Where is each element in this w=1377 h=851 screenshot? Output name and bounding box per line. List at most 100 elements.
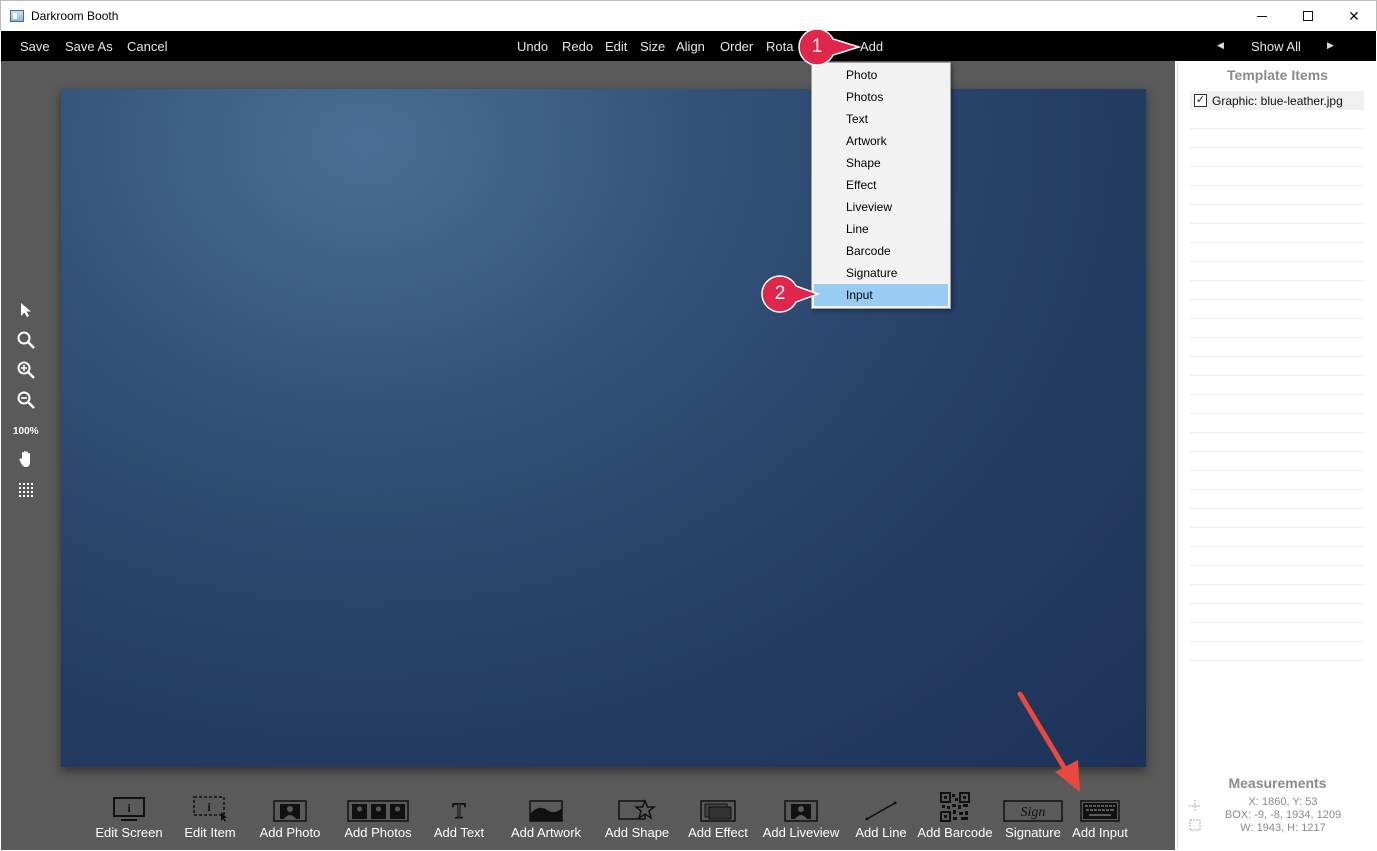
menu-item-photo[interactable]: Photo [814,64,948,86]
zoom-100-button[interactable]: 100% [13,426,39,437]
close-icon: ✕ [1348,7,1360,24]
template-item-label: Graphic: blue-leather.jpg [1212,94,1343,108]
grid-icon[interactable] [14,479,38,501]
undo-button[interactable]: Undo [517,39,548,54]
minimize-button[interactable] [1239,1,1285,31]
add-text-button[interactable]: T Add Text [429,792,489,840]
save-as-button[interactable]: Save As [65,39,113,54]
empty-row-divider [1190,128,1364,129]
edit-item-icon: i [179,792,241,822]
empty-row-divider [1190,527,1364,528]
add-menu[interactable]: Add [860,39,883,54]
empty-row-divider [1190,622,1364,623]
menu-item-shape[interactable]: Shape [814,152,948,174]
save-button[interactable]: Save [20,39,50,54]
add-liveview-button[interactable]: Add Liveview [761,792,841,840]
close-button[interactable]: ✕ [1331,1,1377,31]
menu-item-liveview[interactable]: Liveview [814,196,948,218]
callout-2: 2 [760,274,821,314]
empty-row-divider [1190,299,1364,300]
empty-row-divider [1190,451,1364,452]
empty-row-divider [1190,242,1364,243]
svg-text:i: i [207,800,211,814]
empty-row-divider [1190,584,1364,585]
app-icon [10,10,24,22]
align-menu[interactable]: Align [676,39,705,54]
show-all-button[interactable]: Show All [1251,39,1301,54]
callout-2-number: 2 [774,283,786,304]
empty-row-divider [1190,356,1364,357]
add-barcode-button[interactable]: Add Barcode [916,792,994,840]
svg-text:T: T [452,798,466,822]
measurement-xy: X: 1860, Y: 53 [1248,796,1318,808]
measurement-box: BOX: -9, -8, 1934, 1209 [1224,809,1342,821]
signature-button[interactable]: Sign Signature [1002,792,1064,840]
magnifier-icon[interactable] [14,329,38,351]
empty-row-divider [1190,565,1364,566]
edit-item-button[interactable]: i Edit Item [179,792,241,840]
maximize-button[interactable] [1285,1,1331,31]
add-input-button[interactable]: Add Input [1069,792,1131,840]
empty-row-divider [1190,394,1364,395]
add-shape-button[interactable]: Add Shape [602,792,672,840]
redo-button[interactable]: Redo [562,39,593,54]
menu-item-line[interactable]: Line [814,218,948,240]
template-items-panel: Template Items ✓ Graphic: blue-leather.j… [1177,61,1376,850]
order-menu[interactable]: Order [720,39,753,54]
menu-item-photos[interactable]: Photos [814,86,948,108]
empty-row-divider [1190,508,1364,509]
menu-item-artwork[interactable]: Artwork [814,130,948,152]
pointer-icon[interactable] [14,299,38,321]
previous-arrow-icon[interactable]: ◀ [1217,40,1224,51]
edit-menu[interactable]: Edit [605,39,627,54]
maximize-icon [1303,11,1313,21]
empty-row-divider [1190,223,1364,224]
next-arrow-icon[interactable]: ▶ [1327,40,1334,51]
zoom-in-icon[interactable] [14,359,38,381]
size-menu[interactable]: Size [640,39,665,54]
minimize-icon [1257,15,1267,17]
measurement-wh: W: 1943, H: 1217 [1240,822,1326,834]
hand-icon[interactable] [14,448,38,470]
edit-screen-label: Edit Screen [95,825,163,840]
canvas-workspace: 100% i Edit Screen i Edit Item Add Photo… [1,61,1175,850]
add-photos-button[interactable]: Add Photos [341,792,415,840]
signature-label: Signature [1005,825,1061,840]
template-items-title: Template Items [1227,67,1328,83]
menu-item-input[interactable]: Input [814,284,948,306]
zoom-out-icon[interactable] [14,389,38,411]
add-artwork-label: Add Artwork [510,825,582,840]
add-effect-button[interactable]: Add Effect [685,792,751,840]
menu-item-effect[interactable]: Effect [814,174,948,196]
qr-code-icon [916,792,994,822]
empty-row-divider [1190,546,1364,547]
checkbox-icon[interactable]: ✓ [1194,94,1207,107]
menu-item-text[interactable]: Text [814,108,948,130]
template-canvas[interactable] [61,89,1146,767]
menu-item-barcode[interactable]: Barcode [814,240,948,262]
text-icon: T [429,792,489,822]
menu-bar: Save Save As Cancel Undo Redo Edit Size … [1,31,1376,61]
rotate-menu[interactable]: Rota [766,39,793,54]
add-artwork-button[interactable]: Add Artwork [506,792,586,840]
menu-item-signature[interactable]: Signature [814,262,948,284]
signature-icon-text: Sign [1021,805,1046,820]
empty-row-divider [1190,432,1364,433]
add-photo-button[interactable]: Add Photo [256,792,324,840]
add-photos-label: Add Photos [344,825,412,840]
empty-row-divider [1190,337,1364,338]
add-text-label: Add Text [433,825,485,840]
liveview-icon [761,792,841,822]
empty-row-divider [1190,185,1364,186]
edit-item-label: Edit Item [184,825,236,840]
cancel-button[interactable]: Cancel [127,39,167,54]
empty-row-divider [1190,641,1364,642]
window-title: Darkroom Booth [31,9,119,23]
edit-screen-button[interactable]: i Edit Screen [94,792,164,840]
add-input-label: Add Input [1072,825,1128,840]
star-shape-icon [602,792,672,822]
line-icon [852,792,910,822]
add-line-label: Add Line [855,825,907,840]
add-line-button[interactable]: Add Line [852,792,910,840]
template-item-row[interactable]: ✓ Graphic: blue-leather.jpg [1190,91,1364,110]
